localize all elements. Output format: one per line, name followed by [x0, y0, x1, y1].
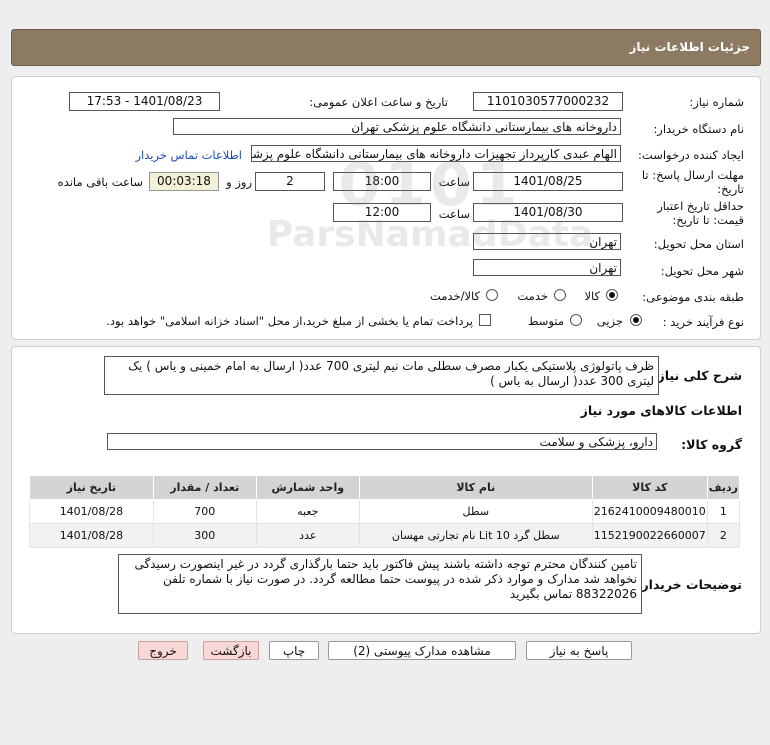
process-radio-medium[interactable]: [570, 314, 582, 326]
item-unit: جعبه: [255, 499, 360, 524]
deadline-label-line2: تاریخ:: [717, 182, 744, 196]
col-quantity: تعداد / مقدار: [152, 475, 257, 500]
validity-date-field: 1401/08/30: [473, 203, 623, 222]
table-header-row: ردیف کد کالا نام کالا واحد شمارش تعداد /…: [29, 475, 741, 500]
item-name: سطل: [358, 499, 593, 524]
category-radio-goods-service[interactable]: [486, 289, 498, 301]
buyer-org-label: نام دستگاه خریدار:: [653, 122, 744, 136]
item-code: 2162410009480010: [591, 499, 708, 524]
item-need-date: 1401/08/28: [29, 523, 154, 548]
need-number-field: 1101030577000232: [473, 92, 623, 111]
announce-datetime-field: 1401/08/23 - 17:53: [69, 92, 220, 111]
deadline-label-line1: مهلت ارسال پاسخ: تا: [641, 168, 744, 182]
summary-text: ظرف پاتولوژی پلاستیکی یکبار مصرف سطلی ما…: [104, 356, 659, 395]
category-radio-goods[interactable]: [606, 289, 618, 301]
process-option-medium: متوسط: [527, 314, 564, 328]
need-number-label: شماره نیاز:: [689, 95, 744, 109]
validity-label-line2: قیمت: تا تاریخ:: [672, 213, 744, 227]
treasury-checkbox-label: پرداخت تمام یا بخشی از مبلغ خرید،از محل …: [106, 314, 473, 328]
item-code: 1152190022660007: [591, 523, 708, 548]
treasury-checkbox[interactable]: [479, 314, 491, 326]
remaining-time-label: ساعت باقی مانده: [57, 175, 143, 189]
row-number: 1: [706, 499, 741, 524]
city-label: شهر محل تحویل:: [660, 264, 744, 278]
row-number: 2: [706, 523, 741, 548]
category-radio-service[interactable]: [554, 289, 566, 301]
col-row-number: ردیف: [706, 475, 741, 500]
requester-label: ایجاد کننده درخواست:: [638, 148, 744, 162]
goods-info-title: اطلاعات کالاهای مورد نیاز: [580, 403, 742, 418]
category-option-service: خدمت: [517, 289, 548, 303]
col-unit: واحد شمارش: [255, 475, 360, 500]
table-row: 1 2162410009480010 سطل جعبه 700 1401/08/…: [29, 499, 741, 524]
requester-field: الهام عبدی کارپرداز تجهیزات داروخانه های…: [251, 145, 621, 162]
deadline-date-field: 1401/08/25: [473, 172, 623, 191]
goods-group-label: گروه کالا:: [681, 437, 742, 452]
deadline-time-label: ساعت: [438, 175, 470, 189]
announce-datetime-label: تاریخ و ساعت اعلان عمومی:: [309, 95, 448, 109]
remaining-time-field: 00:03:18: [149, 172, 219, 191]
process-label: نوع فرآیند خرید :: [662, 315, 744, 329]
col-item-code: کد کالا: [591, 475, 708, 500]
page-title: جزئیات اطلاعات نیاز: [629, 40, 750, 54]
item-quantity: 700: [152, 499, 257, 524]
deadline-days-field: 2: [255, 172, 325, 191]
buyer-org-field: داروخانه های بیمارستانی دانشگاه علوم پزش…: [173, 118, 621, 135]
buyer-notes-label: توضیحات خریدار:: [636, 577, 742, 592]
summary-label: شرح کلی نیاز:: [652, 368, 742, 383]
item-quantity: 300: [152, 523, 257, 548]
back-button[interactable]: بازگشت: [203, 641, 259, 660]
goods-group-field: دارو، پزشکی و سلامت: [107, 433, 657, 450]
page-header: جزئیات اطلاعات نیاز: [11, 29, 761, 66]
validity-time-field: 12:00: [333, 203, 431, 222]
validity-time-label: ساعت: [438, 207, 470, 221]
process-option-minor: جزیی: [596, 314, 623, 328]
reply-button[interactable]: پاسخ به نیاز: [526, 641, 632, 660]
item-unit: عدد: [255, 523, 360, 548]
province-label: استان محل تحویل:: [653, 237, 744, 251]
buyer-notes-text: تامین کنندگان محترم توجه داشته باشند پیش…: [118, 554, 642, 614]
category-option-goods: کالا: [584, 289, 600, 303]
validity-label-line1: حداقل تاریخ اعتبار: [657, 199, 744, 213]
goods-table: ردیف کد کالا نام کالا واحد شمارش تعداد /…: [29, 475, 741, 548]
view-attachments-button[interactable]: مشاهده مدارک پیوستی (2): [328, 641, 516, 660]
category-label: طبقه بندی موضوعی:: [642, 290, 744, 304]
city-field: تهران: [473, 259, 621, 276]
exit-button[interactable]: خروج: [138, 641, 188, 660]
item-need-date: 1401/08/28: [29, 499, 154, 524]
col-item-name: نام کالا: [358, 475, 593, 500]
item-name: سطل گرد Lit 10 نام تجارتی مهسان: [358, 523, 593, 548]
table-row: 2 1152190022660007 سطل گرد Lit 10 نام تج…: [29, 523, 741, 548]
category-option-goods-service: کالا/خدمت: [429, 289, 480, 303]
deadline-days-label: روز و: [226, 175, 252, 189]
buyer-contact-link[interactable]: اطلاعات تماس خریدار: [135, 148, 242, 162]
print-button[interactable]: چاپ: [269, 641, 319, 660]
province-field: تهران: [473, 233, 621, 250]
col-need-date: تاریخ نیاز: [29, 475, 154, 500]
process-radio-minor[interactable]: [630, 314, 642, 326]
deadline-time-field: 18:00: [333, 172, 431, 191]
